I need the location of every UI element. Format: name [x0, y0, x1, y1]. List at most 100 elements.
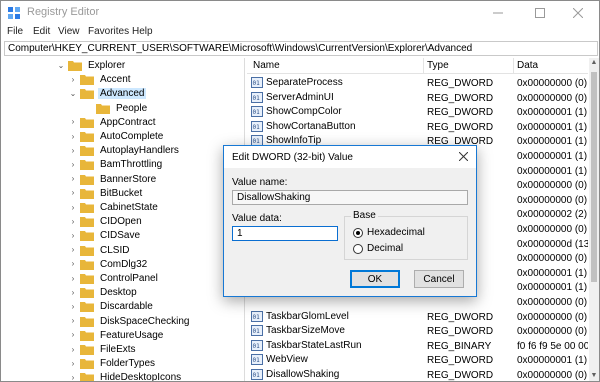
table-row[interactable]: 0x00000000 (0) [247, 295, 588, 310]
close-window-button[interactable] [557, 1, 599, 25]
menu-file[interactable]: File [7, 26, 23, 37]
column-header-data[interactable]: Data [517, 60, 538, 71]
collapsed-chevron-icon[interactable]: › [69, 203, 77, 212]
collapsed-chevron-icon[interactable]: › [69, 246, 77, 254]
address-bar[interactable]: Computer\HKEY_CURRENT_USER\SOFTWARE\Micr… [4, 41, 598, 56]
minimize-button[interactable] [477, 1, 519, 25]
tree-item[interactable]: ⌄ Advanced [69, 86, 147, 101]
expanded-chevron-icon[interactable]: ⌄ [57, 61, 65, 70]
collapsed-chevron-icon[interactable]: › [69, 217, 77, 226]
collapsed-chevron-icon[interactable]: › [69, 175, 77, 183]
tree-item[interactable]: › CIDOpen [69, 214, 144, 229]
tree-item[interactable]: ⌄ Explorer [57, 58, 127, 73]
value-data-cell: 0x00000000 (0) [517, 370, 588, 381]
collapsed-chevron-icon[interactable]: › [69, 231, 77, 240]
tree-item-label: Desktop [100, 287, 137, 299]
tree-item[interactable]: › Discardable [69, 299, 155, 314]
menu-help[interactable]: Help [132, 26, 153, 37]
collapsed-chevron-icon[interactable]: › [69, 317, 77, 325]
tree-item[interactable]: › FolderTypes [69, 356, 157, 371]
table-row[interactable]: 01 WebView REG_DWORD 0x00000001 (1) [247, 353, 588, 368]
value-type-cell: REG_DWORD [427, 107, 494, 119]
svg-text:01: 01 [253, 124, 261, 131]
tree-item[interactable]: › BitBucket [69, 186, 144, 201]
table-row[interactable]: 01 ShowCortanaButton REG_DWORD 0x00000001 (… [247, 120, 588, 135]
collapsed-chevron-icon[interactable]: › [69, 75, 77, 84]
collapsed-chevron-icon[interactable]: › [69, 118, 77, 126]
collapsed-chevron-icon[interactable]: › [69, 146, 77, 155]
tree-item[interactable]: › CLSID [69, 243, 131, 258]
registry-app-icon [8, 7, 20, 19]
tree-item[interactable]: › ControlPanel [69, 271, 160, 286]
ok-button[interactable]: OK [350, 270, 400, 288]
column-separator[interactable] [513, 58, 514, 74]
value-name-text: ShowCortanaButton [266, 120, 356, 132]
tree-item[interactable]: › CIDSave [69, 228, 142, 243]
tree-item[interactable]: › AutoComplete [69, 129, 165, 144]
close-icon [458, 151, 468, 162]
collapsed-chevron-icon[interactable]: › [69, 160, 77, 169]
table-row[interactable]: 01 ServerAdminUI REG_DWORD 0x00000000 (0) [247, 91, 588, 106]
tree-item-label: BannerStore [100, 173, 157, 185]
scroll-down-arrow-icon[interactable]: ▼ [589, 371, 599, 381]
collapsed-chevron-icon[interactable]: › [69, 359, 77, 368]
svg-text:01: 01 [253, 328, 261, 335]
collapsed-chevron-icon[interactable]: › [69, 373, 77, 381]
tree-item[interactable]: › AppContract [69, 115, 158, 130]
tree-item[interactable]: › CabinetState [69, 200, 160, 215]
dialog-close-button[interactable] [454, 148, 472, 166]
tree-item[interactable]: › Accent [69, 72, 133, 87]
value-data-cell: 0x00000001 (1) [517, 136, 588, 148]
collapsed-chevron-icon[interactable]: › [69, 345, 77, 354]
tree-item[interactable]: › FileExts [69, 342, 138, 357]
collapsed-chevron-icon[interactable]: › [69, 302, 77, 311]
svg-text:01: 01 [253, 80, 261, 87]
table-row[interactable]: 01 SeparateProcess REG_DWORD 0x00000000 (0) [247, 76, 588, 91]
vertical-scrollbar[interactable]: ▲ ▼ [589, 58, 599, 381]
value-name-field[interactable]: DisallowShaking [232, 190, 468, 205]
cancel-button[interactable]: Cancel [414, 270, 464, 288]
tree-item[interactable]: › DiskSpaceChecking [69, 314, 192, 329]
table-row[interactable]: 01 DisallowShaking REG_DWORD 0x00000000 (0) [247, 368, 588, 381]
tree-item[interactable]: › HideDesktopIcons [69, 370, 183, 381]
tree-item-label: Advanced [98, 88, 147, 100]
menu-edit[interactable]: Edit [33, 26, 50, 37]
scroll-up-arrow-icon[interactable]: ▲ [589, 58, 599, 68]
tree-item[interactable]: › ComDlg32 [69, 257, 149, 272]
table-row[interactable]: 01 ShowCompColor REG_DWORD 0x00000001 (1) [247, 105, 588, 120]
table-row[interactable]: 01 TaskbarSizeMove REG_DWORD 0x00000000 (0) [247, 324, 588, 339]
menu-view[interactable]: View [58, 26, 80, 37]
menu-bar: File Edit View Favorites Help [1, 25, 599, 41]
value-data-cell: 0x00000001 (1) [517, 121, 588, 133]
tree-item[interactable]: › BamThrottling [69, 157, 164, 172]
tree-item[interactable]: › Desktop [69, 285, 139, 300]
tree-item[interactable]: › FeatureUsage [69, 328, 165, 343]
hexadecimal-radio[interactable]: Hexadecimal [353, 227, 425, 238]
value-name-cell: 01 TaskbarGlomLevel [251, 310, 349, 322]
value-data-input[interactable]: 1 [232, 226, 338, 241]
value-data-label: Value data: [232, 213, 282, 224]
menu-favorites[interactable]: Favorites [88, 26, 129, 37]
maximize-button[interactable] [519, 1, 561, 25]
table-row[interactable]: 01 TaskbarStateLastRun REG_BINARY f0 f6 f9 … [247, 339, 588, 354]
decimal-radio[interactable]: Decimal [353, 243, 403, 254]
collapsed-chevron-icon[interactable]: › [69, 132, 77, 141]
collapsed-chevron-icon[interactable]: › [69, 260, 77, 268]
table-row[interactable]: 01 TaskbarGlomLevel REG_DWORD 0x00000000 (0… [247, 310, 588, 325]
scroll-thumb[interactable] [591, 72, 597, 282]
collapsed-chevron-icon[interactable]: › [69, 331, 77, 339]
expanded-chevron-icon[interactable]: ⌄ [69, 89, 77, 98]
collapsed-chevron-icon[interactable]: › [69, 288, 77, 297]
column-separator[interactable] [423, 58, 424, 74]
folder-icon [80, 274, 94, 284]
value-name-text: DisallowShaking [266, 369, 340, 380]
column-header-name[interactable]: Name [253, 60, 280, 71]
tree-item[interactable]: People [85, 101, 149, 116]
column-header-type[interactable]: Type [427, 60, 449, 71]
tree-item[interactable]: › AutoplayHandlers [69, 143, 181, 158]
value-name-cell: 01 TaskbarSizeMove [251, 325, 345, 337]
tree-item[interactable]: › BannerStore [69, 172, 158, 187]
collapsed-chevron-icon[interactable]: › [69, 274, 77, 283]
collapsed-chevron-icon[interactable]: › [69, 189, 77, 197]
value-data-cell: 0x0000000d (13) [517, 238, 588, 250]
